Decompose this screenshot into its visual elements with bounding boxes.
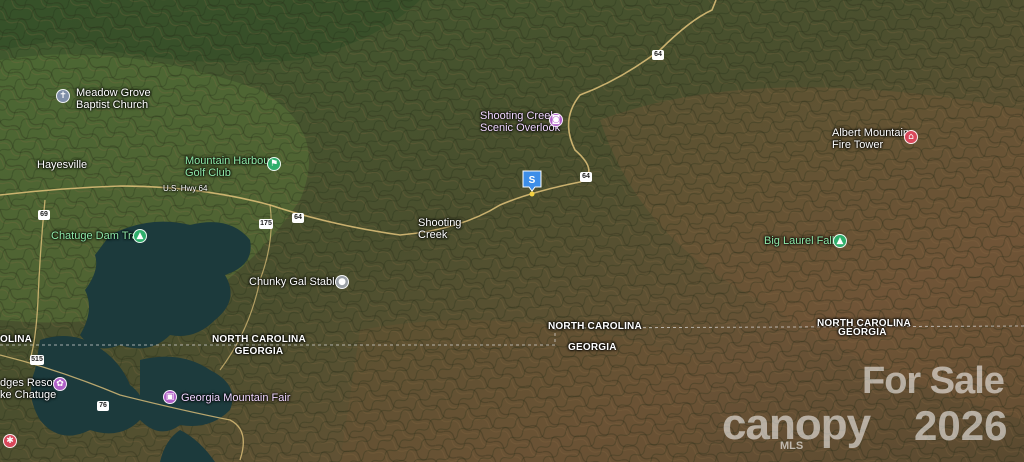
property-marker-icon[interactable]: S bbox=[521, 169, 543, 197]
hwy-515-shield: 515 bbox=[30, 355, 44, 365]
year-watermark: 2026 bbox=[914, 402, 1008, 449]
hayesville-label[interactable]: Hayesville bbox=[37, 159, 87, 171]
big-laurel-falls-label[interactable]: Big Laurel Falls bbox=[764, 235, 840, 247]
shooting-creek-overlook-label[interactable]: Shooting Creek Scenic Overlook bbox=[480, 110, 560, 134]
nc-border-far-left-label: OLINA bbox=[0, 334, 33, 345]
shooting-creek-town-label[interactable]: Shooting Creek bbox=[418, 217, 461, 241]
golf-icon[interactable]: ⚑ bbox=[267, 157, 281, 171]
chunky-gal-stables-label[interactable]: Chunky Gal Stables bbox=[249, 276, 346, 288]
georgia-mountain-fair-label[interactable]: Georgia Mountain Fair bbox=[181, 392, 290, 404]
fair-icon[interactable]: ▣ bbox=[163, 390, 177, 404]
camera-icon[interactable]: ◙ bbox=[549, 113, 563, 127]
resort-icon[interactable]: ✿ bbox=[53, 377, 67, 391]
poi-icon[interactable]: ✱ bbox=[3, 434, 17, 448]
ridges-resort-label[interactable]: dges Resort ke Chatuge bbox=[0, 377, 59, 401]
albert-mountain-label[interactable]: Albert Mountain Fire Tower bbox=[832, 127, 909, 151]
mls-logo-text: MLS bbox=[780, 440, 804, 452]
marker-label: S bbox=[529, 175, 536, 186]
hwy-64-shield: 64 bbox=[580, 172, 592, 182]
ga-border-mid-label: GEORGIA bbox=[568, 342, 617, 353]
us-hwy-64-label: U.S. Hwy 64 bbox=[163, 184, 208, 193]
for-sale-watermark: For Sale bbox=[862, 360, 1005, 402]
meadow-grove-church-label[interactable]: Meadow Grove Baptist Church bbox=[76, 87, 151, 111]
stables-icon[interactable]: ● bbox=[335, 275, 349, 289]
nc-ga-border-left-label: NORTH CAROLINA GEORGIA bbox=[212, 334, 306, 357]
fire-tower-icon[interactable]: ⌂ bbox=[904, 130, 918, 144]
hwy-76-shield: 76 bbox=[97, 401, 109, 411]
church-icon[interactable]: ✝ bbox=[56, 89, 70, 103]
waterfall-icon[interactable]: ▲ bbox=[833, 234, 847, 248]
hwy-69-shield: 69 bbox=[38, 210, 50, 220]
ga-border-right-label: GEORGIA bbox=[838, 327, 887, 338]
trail-icon[interactable]: ▲ bbox=[133, 229, 147, 243]
hwy-175-shield: 175 bbox=[259, 219, 273, 229]
hwy-64-shield: 64 bbox=[652, 50, 664, 60]
mountain-harbour-golf-label[interactable]: Mountain Harbour Golf Club bbox=[185, 155, 273, 179]
nc-border-mid-label: NORTH CAROLINA bbox=[548, 321, 642, 332]
chatuge-dam-trail-label[interactable]: Chatuge Dam Trail bbox=[51, 230, 143, 242]
hwy-64-shield: 64 bbox=[292, 213, 304, 223]
